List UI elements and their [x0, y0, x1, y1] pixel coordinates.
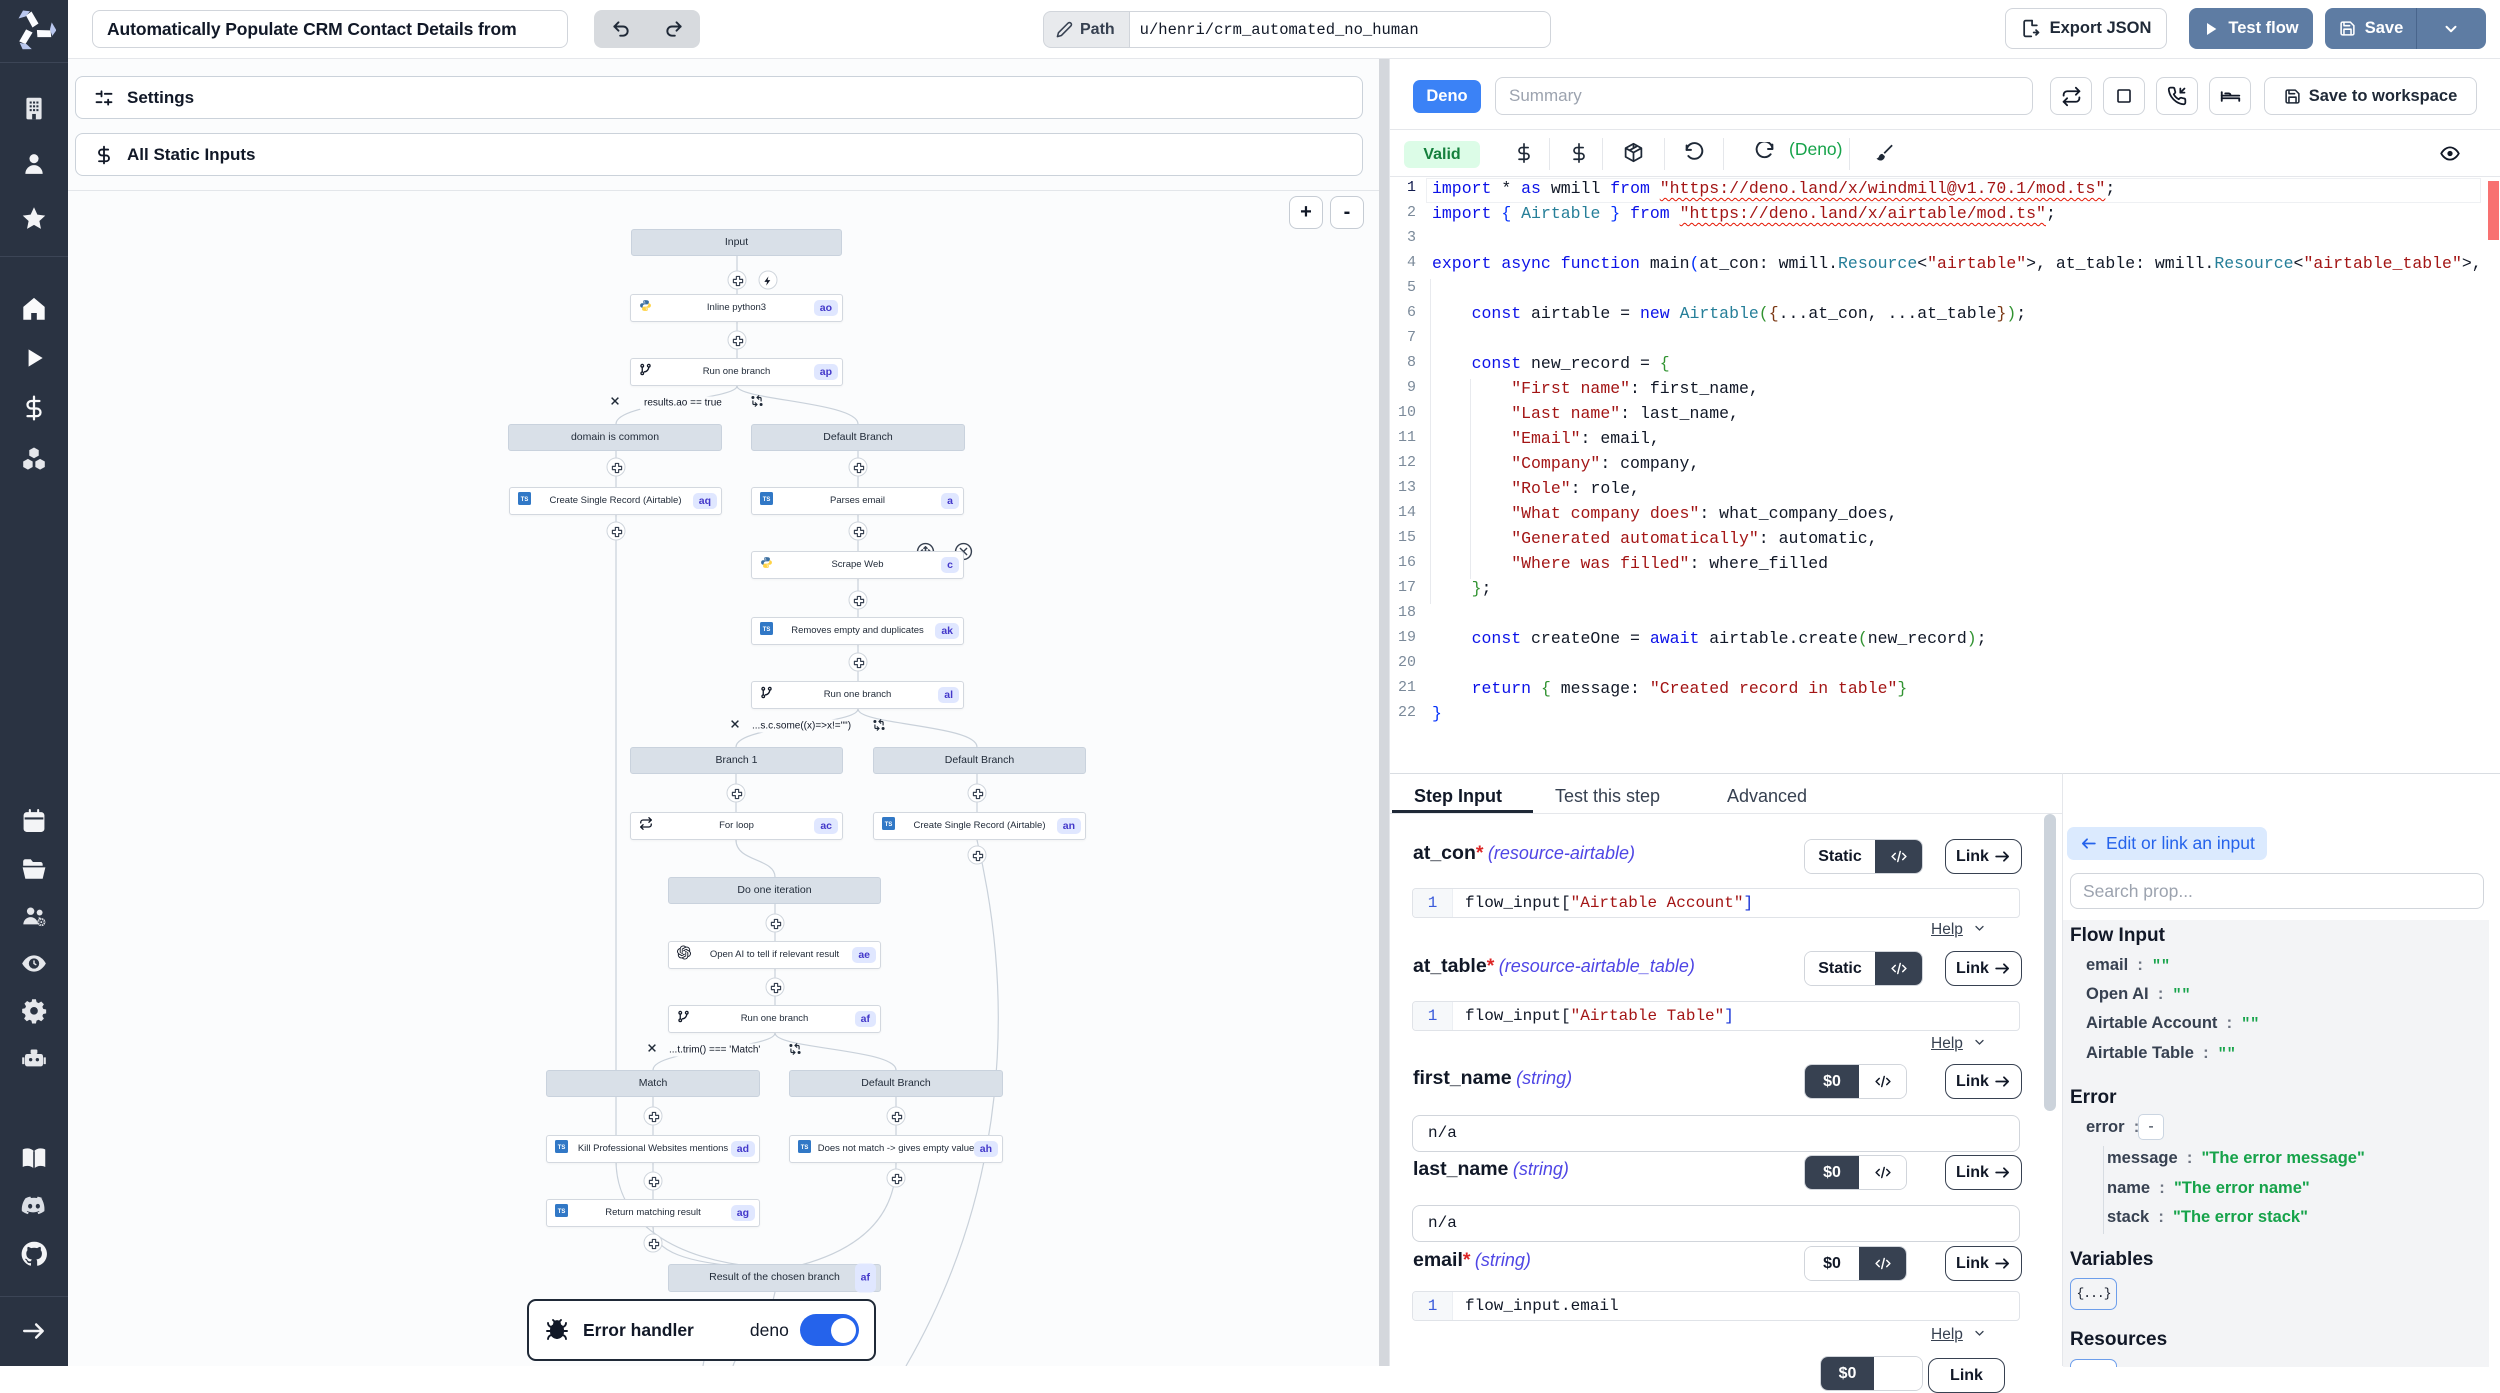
svg-text:TS: TS: [801, 1145, 809, 1151]
svg-text:TS: TS: [558, 1145, 566, 1151]
svg-text:TS: TS: [763, 627, 771, 633]
svg-text:TS: TS: [521, 497, 529, 503]
svg-text:TS: TS: [763, 497, 771, 503]
svg-text:TS: TS: [558, 1209, 566, 1215]
svg-text:TS: TS: [885, 822, 893, 828]
